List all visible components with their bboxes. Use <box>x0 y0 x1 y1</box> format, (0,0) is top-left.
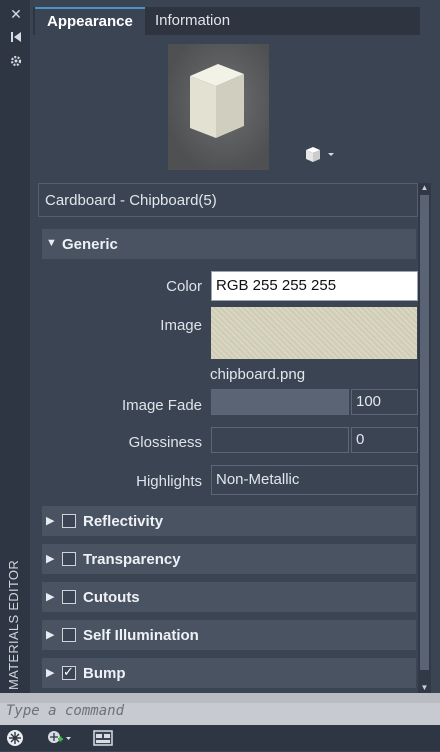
expand-right-icon: ▶ <box>46 667 55 679</box>
glossiness-slider[interactable] <box>211 427 349 453</box>
command-line[interactable]: Type a command <box>0 693 440 725</box>
create-material-icon[interactable] <box>46 729 71 747</box>
scroll-down-icon[interactable]: ▼ <box>420 683 429 693</box>
cutouts-section-header[interactable]: ▶ Cutouts <box>42 582 416 612</box>
highlights-label: Highlights <box>136 473 202 490</box>
expand-right-icon: ▶ <box>46 515 55 527</box>
bottom-toolbar <box>0 725 440 751</box>
expand-right-icon: ▶ <box>46 553 55 565</box>
reflectivity-section-header[interactable]: ▶ Reflectivity <box>42 506 416 536</box>
settings-icon[interactable] <box>8 54 24 70</box>
image-thumbnail[interactable] <box>211 307 417 359</box>
color-field[interactable]: RGB 255 255 255 <box>211 271 418 301</box>
vertical-scrollbar[interactable]: ▲ ▼ <box>418 183 431 693</box>
material-name-field[interactable]: Cardboard - Chipboard(5) <box>38 183 418 217</box>
transparency-section-header[interactable]: ▶ Transparency <box>42 544 416 574</box>
preview-area <box>33 35 420 175</box>
material-preview <box>168 44 269 170</box>
close-icon[interactable]: ✕ <box>8 6 24 22</box>
bump-checkbox[interactable] <box>62 664 76 680</box>
reflectivity-checkbox[interactable] <box>62 514 76 528</box>
expand-right-icon: ▶ <box>46 591 55 603</box>
image-filename[interactable]: chipboard.png <box>210 366 305 383</box>
image-fade-slider[interactable] <box>211 389 349 415</box>
collapse-icon[interactable] <box>8 30 24 46</box>
glossiness-input[interactable]: 0 <box>351 427 418 453</box>
transparency-checkbox[interactable] <box>62 552 76 566</box>
tab-bar: Appearance Information <box>33 7 420 35</box>
palette-title-bar: ✕ MATERIALS EDITOR <box>0 0 30 751</box>
generic-section-header[interactable]: ▼ Generic <box>42 229 416 259</box>
self-illumination-checkbox[interactable] <box>62 628 76 642</box>
image-fade-label: Image Fade <box>121 397 202 414</box>
properties-panel: Cardboard - Chipboard(5) ▼ Generic Color… <box>38 183 418 693</box>
expand-down-icon: ▼ <box>46 237 57 249</box>
cube-preview-icon <box>190 64 244 138</box>
bump-section-header[interactable]: ▶ Bump <box>42 658 416 688</box>
section-title: Generic <box>62 236 118 253</box>
highlights-select[interactable]: Non-Metallic <box>211 465 418 495</box>
glossiness-label: Glossiness <box>128 434 202 451</box>
self-illumination-section-header[interactable]: ▶ Self Illumination <box>42 620 416 650</box>
material-browser-icon[interactable] <box>6 729 24 747</box>
command-input[interactable]: Type a command <box>6 703 124 719</box>
color-label: Color <box>166 278 202 295</box>
image-label: Image <box>160 317 202 334</box>
cutouts-checkbox[interactable] <box>62 590 76 604</box>
expand-right-icon: ▶ <box>46 629 55 641</box>
image-fade-input[interactable]: 100 <box>351 389 418 415</box>
swatch-shape-button[interactable] <box>304 145 338 163</box>
scroll-up-icon[interactable]: ▲ <box>420 183 429 193</box>
tab-information[interactable]: Information <box>143 7 242 35</box>
horizontal-scrollbar[interactable] <box>0 693 440 703</box>
material-browser-panel-icon[interactable] <box>92 729 114 747</box>
tab-appearance[interactable]: Appearance <box>35 7 145 35</box>
scroll-thumb[interactable] <box>420 195 429 670</box>
